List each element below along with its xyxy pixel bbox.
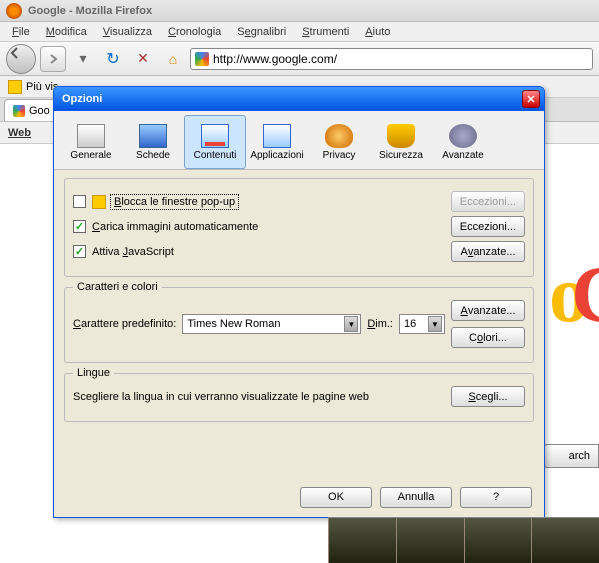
window-titlebar: Google - Mozilla Firefox bbox=[0, 0, 599, 22]
font-value: Times New Roman bbox=[187, 318, 280, 330]
js-advanced-button[interactable]: Avanzate... bbox=[451, 241, 525, 262]
bookmark-icon bbox=[8, 80, 22, 94]
forward-button[interactable] bbox=[40, 46, 66, 72]
advanced-icon bbox=[449, 124, 477, 148]
cat-schede[interactable]: Schede bbox=[122, 115, 184, 169]
back-button[interactable] bbox=[6, 44, 36, 74]
cancel-button[interactable]: Annulla bbox=[380, 487, 452, 508]
enable-js-checkbox[interactable] bbox=[73, 245, 86, 258]
tab-label: Goo bbox=[29, 105, 50, 117]
privacy-icon bbox=[325, 124, 353, 148]
window-title: Google - Mozilla Firefox bbox=[28, 5, 152, 17]
cat-sicurezza[interactable]: Sicurezza bbox=[370, 115, 432, 169]
languages-legend: Lingue bbox=[73, 367, 114, 379]
dialog-footer: OK Annulla ? bbox=[54, 477, 544, 517]
default-font-label: Carattere predefinito: bbox=[73, 318, 176, 330]
dropdown-icon: ▼ bbox=[344, 316, 358, 332]
cat-applicazioni[interactable]: Applicazioni bbox=[246, 115, 308, 169]
reload-button[interactable]: ↻ bbox=[100, 46, 126, 72]
languages-desc: Scegliere la lingua in cui verranno visu… bbox=[73, 391, 369, 403]
font-select[interactable]: Times New Roman ▼ bbox=[182, 314, 361, 334]
images-exceptions-button[interactable]: Eccezioni... bbox=[451, 216, 525, 237]
cat-contenuti[interactable]: Contenuti bbox=[184, 115, 246, 169]
forward-icon bbox=[47, 53, 59, 65]
category-bar: Generale Schede Contenuti Applicazioni P… bbox=[54, 111, 544, 170]
cat-avanzate[interactable]: Avanzate bbox=[432, 115, 494, 169]
bottom-image-strip bbox=[328, 517, 599, 563]
tabs-icon bbox=[139, 124, 167, 148]
size-label: Dim.: bbox=[367, 318, 393, 330]
url-bar[interactable] bbox=[190, 48, 593, 70]
options-dialog: Opzioni ✕ Generale Schede Contenuti Appl… bbox=[53, 86, 545, 518]
dialog-titlebar[interactable]: Opzioni ✕ bbox=[54, 87, 544, 111]
choose-language-button[interactable]: Scegli... bbox=[451, 386, 525, 407]
ok-button[interactable]: OK bbox=[300, 487, 372, 508]
security-icon bbox=[387, 124, 415, 148]
menu-tools[interactable]: Strumenti bbox=[294, 24, 357, 40]
popup-icon bbox=[92, 195, 106, 209]
dropdown-history[interactable]: ▾ bbox=[70, 46, 96, 72]
block-popup-checkbox[interactable] bbox=[73, 195, 86, 208]
tab-favicon-icon bbox=[13, 105, 25, 117]
close-icon: ✕ bbox=[526, 93, 535, 106]
fonts-group: Caratteri e colori Carattere predefinito… bbox=[64, 287, 534, 363]
load-images-label: Carica immagini automaticamente bbox=[92, 221, 258, 233]
applications-icon bbox=[263, 124, 291, 148]
general-icon bbox=[77, 124, 105, 148]
dialog-title: Opzioni bbox=[58, 93, 102, 105]
menu-help[interactable]: Aiuto bbox=[357, 24, 398, 40]
url-input[interactable] bbox=[213, 52, 588, 66]
popup-exceptions-button[interactable]: Eccezioni... bbox=[451, 191, 525, 212]
menu-file[interactable]: File bbox=[4, 24, 38, 40]
menu-history[interactable]: Cronologia bbox=[160, 24, 229, 40]
menu-bookmarks[interactable]: Segnalibri bbox=[229, 24, 294, 40]
page-content: o C bbox=[539, 150, 599, 350]
close-button[interactable]: ✕ bbox=[522, 90, 540, 108]
home-button[interactable]: ⌂ bbox=[160, 46, 186, 72]
menu-view[interactable]: Visualizza bbox=[95, 24, 160, 40]
cat-privacy[interactable]: Privacy bbox=[308, 115, 370, 169]
content-icon bbox=[201, 124, 229, 148]
google-logo-part: C bbox=[571, 250, 599, 341]
stop-button[interactable]: ✕ bbox=[130, 46, 156, 72]
nav-toolbar: ▾ ↻ ✕ ⌂ bbox=[0, 42, 599, 76]
size-value: 16 bbox=[404, 318, 416, 330]
tab-google[interactable]: Goo bbox=[4, 99, 59, 121]
colors-button[interactable]: Colori... bbox=[451, 327, 525, 348]
back-icon bbox=[7, 45, 23, 61]
block-popup-label: Blocca le finestre pop-up bbox=[112, 196, 237, 208]
menubar: File Modifica Visualizza Cronologia Segn… bbox=[0, 22, 599, 42]
google-favicon-icon bbox=[195, 52, 209, 66]
firefox-icon bbox=[6, 3, 22, 19]
sidebar-web-label[interactable]: Web bbox=[8, 127, 31, 139]
search-button-fragment[interactable]: arch bbox=[544, 444, 599, 468]
help-button[interactable]: ? bbox=[460, 487, 532, 508]
load-images-checkbox[interactable] bbox=[73, 220, 86, 233]
dialog-body: Blocca le finestre pop-up Eccezioni... C… bbox=[54, 170, 544, 477]
cat-generale[interactable]: Generale bbox=[60, 115, 122, 169]
menu-edit[interactable]: Modifica bbox=[38, 24, 95, 40]
languages-group: Lingue Scegliere la lingua in cui verran… bbox=[64, 373, 534, 422]
popup-group: Blocca le finestre pop-up Eccezioni... C… bbox=[64, 178, 534, 277]
size-select[interactable]: 16 ▼ bbox=[399, 314, 445, 334]
fonts-advanced-button[interactable]: Avanzate... bbox=[451, 300, 525, 321]
dropdown-icon: ▼ bbox=[428, 316, 442, 332]
enable-js-label: Attiva JavaScript bbox=[92, 246, 174, 258]
fonts-legend: Caratteri e colori bbox=[73, 281, 162, 293]
